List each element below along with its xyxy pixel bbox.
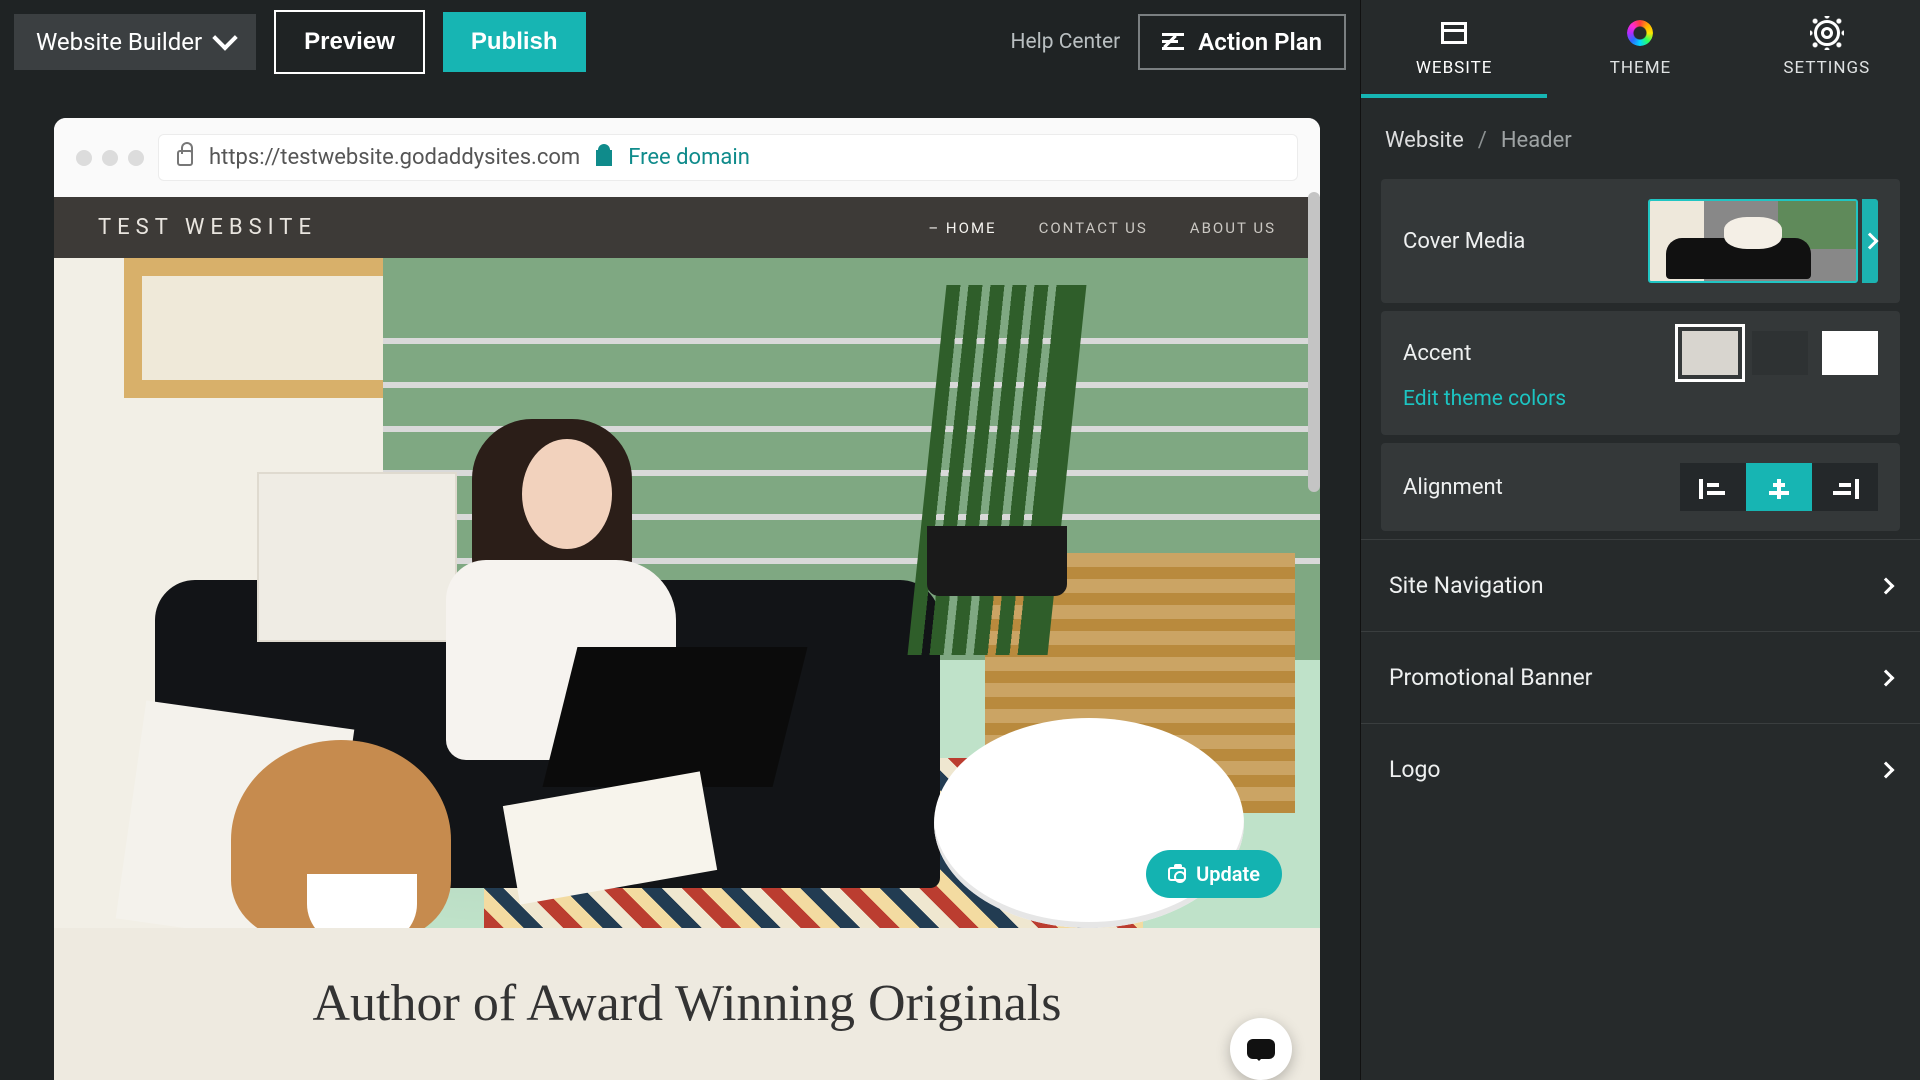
scrollbar[interactable]	[1308, 192, 1320, 492]
align-center-icon	[1765, 477, 1793, 497]
align-center[interactable]	[1746, 463, 1812, 511]
chevron-right-icon	[1878, 577, 1895, 594]
gift-icon	[596, 150, 612, 166]
tab-website-label: WEBSITE	[1416, 58, 1493, 78]
free-domain-link[interactable]: Free domain	[628, 145, 750, 170]
subtitle-section[interactable]: Author of Award Winning Originals	[54, 928, 1320, 1080]
help-center-link[interactable]: Help Center	[1011, 30, 1121, 54]
site-nav: HOME CONTACT US ABOUT US	[928, 219, 1276, 237]
row-site-navigation-label: Site Navigation	[1389, 572, 1544, 599]
breadcrumb: Website / Header	[1361, 98, 1920, 171]
accent-panel: Accent Edit theme colors	[1381, 311, 1900, 435]
alignment-label: Alignment	[1403, 475, 1503, 500]
row-logo[interactable]: Logo	[1361, 723, 1920, 815]
breadcrumb-root[interactable]: Website	[1385, 128, 1464, 153]
tab-website[interactable]: WEBSITE	[1361, 0, 1547, 98]
row-site-navigation[interactable]: Site Navigation	[1361, 539, 1920, 631]
site-title[interactable]: TEST WEBSITE	[98, 215, 317, 240]
hero-section[interactable]: Update	[54, 258, 1320, 928]
chevron-down-icon	[212, 25, 237, 50]
tab-theme[interactable]: THEME	[1547, 0, 1733, 98]
chevron-right-icon	[1878, 761, 1895, 778]
window-dots	[76, 150, 144, 166]
cover-media-open[interactable]	[1862, 199, 1878, 283]
checklist-icon	[1162, 33, 1184, 51]
site-header: TEST WEBSITE HOME CONTACT US ABOUT US	[54, 197, 1320, 258]
row-logo-label: Logo	[1389, 756, 1441, 783]
row-promotional-banner-label: Promotional Banner	[1389, 664, 1592, 691]
website-builder-label: Website Builder	[36, 28, 202, 56]
lock-icon	[177, 150, 193, 166]
chat-icon	[1247, 1039, 1275, 1059]
accent-swatch-1[interactable]	[1752, 331, 1808, 375]
website-builder-dropdown[interactable]: Website Builder	[14, 14, 256, 70]
publish-button[interactable]: Publish	[443, 12, 586, 72]
update-button[interactable]: Update	[1146, 850, 1282, 898]
sidebar-list: Site Navigation Promotional Banner Logo	[1361, 539, 1920, 815]
accent-swatch-2[interactable]	[1822, 331, 1878, 375]
tab-theme-label: THEME	[1610, 58, 1671, 78]
action-plan-label: Action Plan	[1198, 28, 1322, 56]
align-right[interactable]	[1812, 463, 1878, 511]
hero-image	[54, 258, 1320, 928]
tab-settings-label: SETTINGS	[1783, 58, 1870, 78]
right-sidebar: WEBSITE THEME SETTINGS Website / Header …	[1360, 0, 1920, 1080]
cover-media-thumbnail[interactable]	[1648, 199, 1858, 283]
alignment-group	[1680, 463, 1878, 511]
hero-subtitle: Author of Award Winning Originals	[74, 974, 1300, 1034]
topbar: Website Builder Preview Publish Help Cen…	[0, 0, 1360, 84]
tab-settings[interactable]: SETTINGS	[1734, 0, 1920, 98]
accent-swatch-0[interactable]	[1682, 331, 1738, 375]
color-wheel-icon	[1627, 20, 1653, 46]
accent-swatches	[1682, 331, 1878, 375]
url-bar[interactable]: https://testwebsite.godaddysites.com Fre…	[158, 134, 1298, 181]
align-right-icon	[1831, 477, 1859, 497]
nav-about[interactable]: ABOUT US	[1190, 219, 1276, 237]
chevron-right-icon	[1878, 669, 1895, 686]
gear-icon	[1814, 20, 1840, 46]
sidebar-tabs: WEBSITE THEME SETTINGS	[1361, 0, 1920, 98]
preview-button[interactable]: Preview	[274, 10, 425, 74]
cover-media-panel: Cover Media	[1381, 179, 1900, 303]
chat-fab[interactable]	[1230, 1018, 1292, 1080]
row-promotional-banner[interactable]: Promotional Banner	[1361, 631, 1920, 723]
alignment-panel: Alignment	[1381, 443, 1900, 531]
browser-chrome: https://testwebsite.godaddysites.com Fre…	[54, 118, 1320, 197]
nav-home[interactable]: HOME	[928, 219, 996, 237]
edit-theme-colors-link[interactable]: Edit theme colors	[1381, 383, 1900, 435]
chevron-right-icon	[1862, 233, 1879, 250]
preview-canvas: https://testwebsite.godaddysites.com Fre…	[54, 118, 1320, 1080]
window-icon	[1441, 22, 1467, 44]
action-plan-button[interactable]: Action Plan	[1138, 14, 1346, 70]
accent-label: Accent	[1403, 341, 1471, 366]
align-left[interactable]	[1680, 463, 1746, 511]
update-label: Update	[1196, 862, 1260, 886]
nav-contact[interactable]: CONTACT US	[1039, 219, 1148, 237]
align-left-icon	[1699, 477, 1727, 497]
breadcrumb-sep: /	[1478, 128, 1487, 153]
url-text: https://testwebsite.godaddysites.com	[209, 145, 580, 170]
camera-icon	[1168, 867, 1186, 881]
breadcrumb-leaf: Header	[1501, 128, 1572, 153]
cover-media-label: Cover Media	[1403, 229, 1525, 254]
